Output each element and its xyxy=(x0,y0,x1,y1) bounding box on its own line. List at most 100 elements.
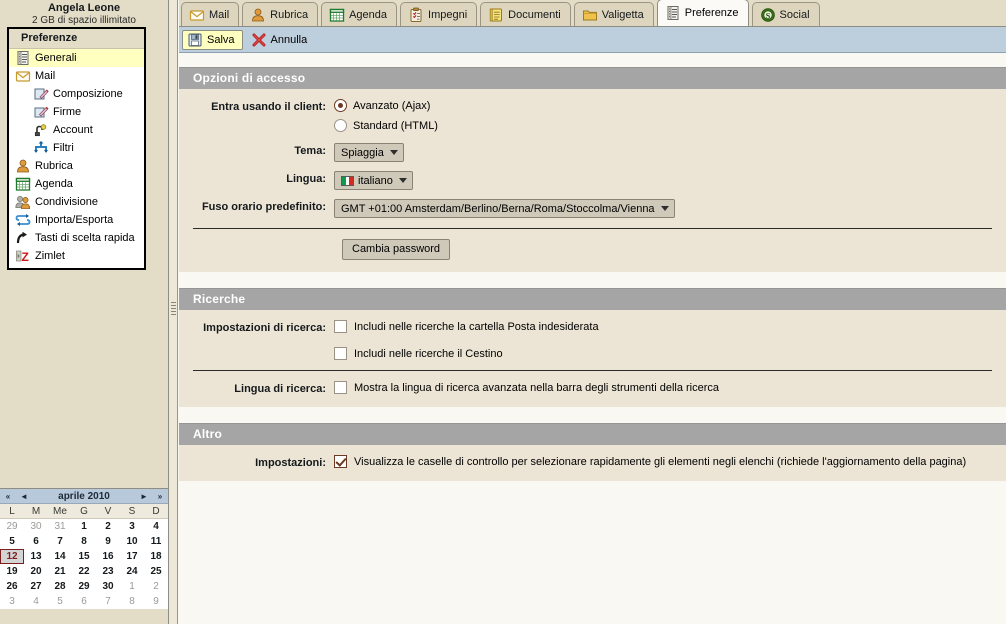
tab-valigetta[interactable]: Valigetta xyxy=(573,2,654,26)
calendar-day[interactable]: 3 xyxy=(0,594,24,609)
tab-label: Mail xyxy=(209,8,230,21)
calendar-day[interactable]: 9 xyxy=(96,534,120,549)
section-search-title: Ricerche xyxy=(179,288,1006,310)
calendar-day[interactable]: 7 xyxy=(96,594,120,609)
calendar-day[interactable]: 10 xyxy=(120,534,144,549)
sidebar-item-rubrica[interactable]: Rubrica xyxy=(9,157,144,175)
checkbox-option-trash[interactable]: Includi nelle ricerche il Cestino xyxy=(334,347,1006,360)
calendar-day[interactable]: 22 xyxy=(72,564,96,579)
sidebar-item-zimlet[interactable]: Z Zimlet xyxy=(9,247,144,265)
calendar-day[interactable]: 14 xyxy=(48,549,72,564)
checkbox-option-advanced-search-lang[interactable]: Mostra la lingua di ricerca avanzata nel… xyxy=(334,381,1006,394)
search-settings-label: Impostazioni di ricerca: xyxy=(203,322,326,334)
sidebar-item-mail[interactable]: Mail xyxy=(9,67,144,85)
other-settings-label: Impostazioni: xyxy=(255,457,326,469)
checkbox-junk-icon[interactable] xyxy=(334,320,347,333)
language-dropdown[interactable]: italiano xyxy=(334,171,413,190)
tab-agenda[interactable]: Agenda xyxy=(321,2,398,26)
calendar-day[interactable]: 31 xyxy=(48,519,72,534)
calendar-day[interactable]: 6 xyxy=(24,534,48,549)
sidebar-item-tasti-di-scelta-rapida[interactable]: Tasti di scelta rapida xyxy=(9,229,144,247)
zimbra-preferences-window: Angela Leone 2 GB di spazio illimitato P… xyxy=(0,0,1006,624)
calendar-day[interactable]: 3 xyxy=(120,519,144,534)
calendar-day[interactable]: 2 xyxy=(96,519,120,534)
change-password-button[interactable]: Cambia password xyxy=(342,239,451,260)
calendar-day[interactable]: 1 xyxy=(120,579,144,594)
calendar-prev-year-icon[interactable]: « xyxy=(0,490,16,503)
radio-ajax-icon[interactable] xyxy=(334,99,347,112)
sidebar-item-filtri[interactable]: Filtri xyxy=(9,139,144,157)
calendar-day[interactable]: 23 xyxy=(96,564,120,579)
calendar-day[interactable]: 28 xyxy=(48,579,72,594)
sidebar-item-composizione[interactable]: Composizione xyxy=(9,85,144,103)
tab-label: Agenda xyxy=(349,8,388,21)
sidebar-item-firme[interactable]: Firme xyxy=(9,103,144,121)
tab-label: Social xyxy=(779,8,810,21)
calendar-day[interactable]: 26 xyxy=(0,579,24,594)
calendar-day[interactable]: 8 xyxy=(120,594,144,609)
calendar-day[interactable]: 30 xyxy=(96,579,120,594)
checkbox-show-checkboxes-icon[interactable] xyxy=(334,455,347,468)
sidebar-item-condivisione[interactable]: Condivisione xyxy=(9,193,144,211)
sidebar-item-agenda[interactable]: Agenda xyxy=(9,175,144,193)
tab-social[interactable]: S Social xyxy=(751,2,820,26)
calendar-day[interactable]: 21 xyxy=(48,564,72,579)
calendar-day[interactable]: 20 xyxy=(24,564,48,579)
theme-dropdown[interactable]: Spiaggia xyxy=(334,143,404,162)
calendar-day[interactable]: 9 xyxy=(144,594,168,609)
calendar-day[interactable]: 11 xyxy=(144,534,168,549)
calendar-day[interactable]: 16 xyxy=(96,549,120,564)
tab-preferenze[interactable]: Preferenze xyxy=(656,0,749,26)
tasks-clipboard-icon xyxy=(408,7,424,23)
tab-documenti[interactable]: Documenti xyxy=(480,2,571,26)
calendar-day[interactable]: 7 xyxy=(48,534,72,549)
calendar-day[interactable]: 29 xyxy=(0,519,24,534)
tab-impegni[interactable]: Impegni xyxy=(400,2,478,26)
radio-html-icon[interactable] xyxy=(334,119,347,132)
calendar-day-today[interactable]: 12 xyxy=(0,549,24,564)
radio-option-ajax[interactable]: Avanzato (Ajax) xyxy=(334,99,1006,112)
shortcut-arrow-icon xyxy=(15,230,31,246)
calendar-next-year-icon[interactable]: » xyxy=(152,490,168,503)
calendar-day[interactable]: 1 xyxy=(72,519,96,534)
tab-mail[interactable]: Mail xyxy=(181,2,240,26)
sidebar-item-generali[interactable]: Generali xyxy=(9,49,144,67)
calendar-day[interactable]: 5 xyxy=(48,594,72,609)
calendar-day[interactable]: 2 xyxy=(144,579,168,594)
calendar-next-month-icon[interactable]: ► xyxy=(136,490,152,503)
tab-rubrica[interactable]: Rubrica xyxy=(242,2,319,26)
calendar-day[interactable]: 8 xyxy=(72,534,96,549)
timezone-dropdown[interactable]: GMT +01:00 Amsterdam/Berlino/Berna/Roma/… xyxy=(334,199,675,218)
red-x-icon xyxy=(251,32,267,48)
sidebar-item-account[interactable]: Account xyxy=(9,121,144,139)
sidebar-splitter[interactable] xyxy=(169,0,178,624)
checkbox-trash-icon[interactable] xyxy=(334,347,347,360)
calendar-day[interactable]: 24 xyxy=(120,564,144,579)
calendar-day[interactable]: 15 xyxy=(72,549,96,564)
calendar-day[interactable]: 25 xyxy=(144,564,168,579)
calendar-day[interactable]: 29 xyxy=(72,579,96,594)
splitter-grip-icon[interactable] xyxy=(171,302,176,321)
calendar-day[interactable]: 27 xyxy=(24,579,48,594)
sidebar-item-importa-esporta[interactable]: Importa/Esporta xyxy=(9,211,144,229)
save-button[interactable]: Salva xyxy=(182,29,243,50)
checkbox-advanced-search-lang-icon[interactable] xyxy=(334,381,347,394)
calendar-day[interactable]: 19 xyxy=(0,564,24,579)
calendar-prev-month-icon[interactable]: ◄ xyxy=(16,490,32,503)
calendar-day[interactable]: 4 xyxy=(144,519,168,534)
checkbox-option-junk[interactable]: Includi nelle ricerche la cartella Posta… xyxy=(334,320,1006,333)
tab-bar: Mail Rubrica Agenda Impegni Documenti Valiget… xyxy=(179,0,1006,27)
checkbox-option-show-checkboxes[interactable]: Visualizza le caselle di controllo per s… xyxy=(334,455,1006,468)
calendar-day[interactable]: 18 xyxy=(144,549,168,564)
radio-option-html[interactable]: Standard (HTML) xyxy=(334,119,1006,132)
calendar-icon xyxy=(15,176,31,192)
calendar-day[interactable]: 30 xyxy=(24,519,48,534)
calendar-day[interactable]: 5 xyxy=(0,534,24,549)
gap-after-access xyxy=(179,272,1006,288)
calendar-dow: S xyxy=(120,504,144,519)
calendar-day[interactable]: 17 xyxy=(120,549,144,564)
calendar-day[interactable]: 6 xyxy=(72,594,96,609)
calendar-day[interactable]: 4 xyxy=(24,594,48,609)
calendar-day[interactable]: 13 xyxy=(24,549,48,564)
cancel-button[interactable]: Annulla xyxy=(246,30,316,50)
